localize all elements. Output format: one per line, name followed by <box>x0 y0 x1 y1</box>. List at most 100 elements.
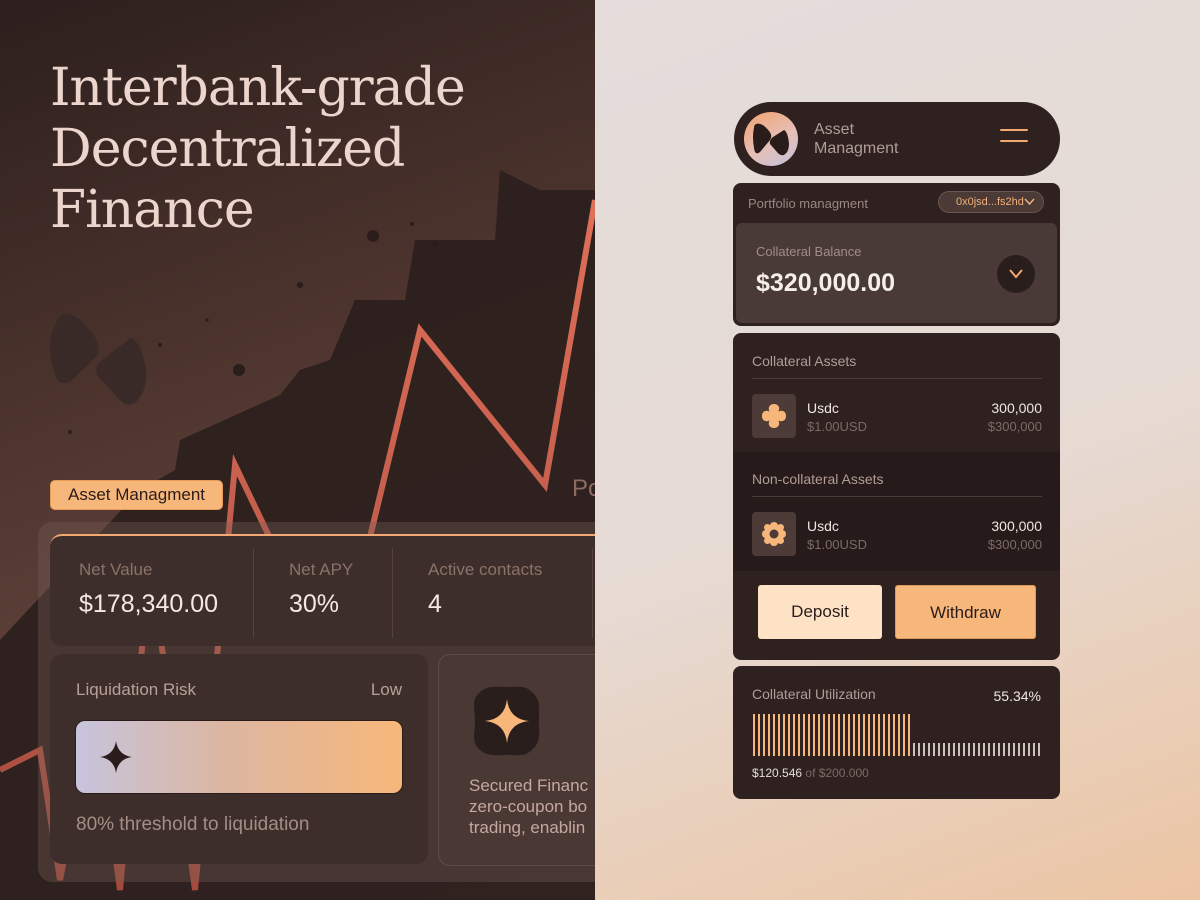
stat-value: 4 <box>428 590 442 618</box>
utilization-tick-filled <box>833 714 835 756</box>
non-collateral-section: Non-collateral Assets Usdc $1.00USD 300,… <box>733 452 1060 571</box>
utilization-tick-empty <box>943 743 945 756</box>
liquidation-risk-card: Liquidation Risk Low 80% threshold to li… <box>50 654 428 864</box>
app-name: Asset Managment <box>814 120 899 158</box>
description-line: trading, enablin <box>469 818 586 837</box>
utilization-tick-empty <box>973 743 975 756</box>
stat-net-value: Net Value $178,340.00 <box>79 560 218 619</box>
utilization-tick-empty <box>963 743 965 756</box>
stat-net-apy: Net APY 30% <box>289 560 353 619</box>
portfolio-management-label: Portfolio managment <box>748 196 868 211</box>
app-name-line-1: Asset <box>814 121 855 138</box>
asset-name: Usdc <box>807 400 839 416</box>
utilization-tick-empty <box>983 743 985 756</box>
utilization-tick-empty <box>918 743 920 756</box>
deposit-button[interactable]: Deposit <box>758 585 882 639</box>
flower-icon <box>762 522 786 546</box>
chevron-down-icon <box>1009 269 1023 279</box>
utilization-tick-filled <box>798 714 800 756</box>
expand-balance-button[interactable] <box>997 255 1035 293</box>
hamburger-menu-icon[interactable] <box>1000 129 1028 151</box>
utilization-tick-filled <box>908 714 910 756</box>
utilization-tick-empty <box>993 743 995 756</box>
app-header: Asset Managment <box>734 102 1060 176</box>
utilization-tick-empty <box>1013 743 1015 756</box>
collateral-utilization-card: Collateral Utilization 55.34% $120.546 o… <box>733 666 1060 799</box>
collateral-balance-label: Collateral Balance <box>756 244 862 259</box>
utilization-tick-filled <box>863 714 865 756</box>
utilization-tick-filled <box>758 714 760 756</box>
utilization-tick-filled <box>858 714 860 756</box>
sparkle-icon <box>100 741 132 773</box>
utilization-tick-filled <box>838 714 840 756</box>
app-logo[interactable] <box>744 112 798 166</box>
utilization-tick-empty <box>1018 743 1020 756</box>
stat-value: $178,340.00 <box>79 590 219 618</box>
utilization-percent: 55.34% <box>993 688 1041 704</box>
headline-line-3: Finance <box>50 180 255 240</box>
utilization-tick-filled <box>868 714 870 756</box>
utilization-tick-empty <box>933 743 935 756</box>
utilization-tick-filled <box>883 714 885 756</box>
utilization-tick-empty <box>953 743 955 756</box>
utilization-title: Collateral Utilization <box>752 686 876 702</box>
collateral-assets-title: Collateral Assets <box>752 353 857 369</box>
utilization-current: $120.546 <box>752 766 803 780</box>
utilization-tick-filled <box>898 714 900 756</box>
app-name-line-2: Managment <box>814 140 899 157</box>
collateral-balance-panel: Collateral Balance $320,000.00 <box>736 223 1057 323</box>
utilization-tick-filled <box>853 714 855 756</box>
chevron-down-icon <box>1024 198 1035 206</box>
utilization-tick-empty <box>1038 743 1040 756</box>
utilization-tick-empty <box>923 743 925 756</box>
asset-quantity: 300,000 <box>991 400 1042 416</box>
asset-token-icon <box>752 394 796 438</box>
utilization-tick-filled <box>888 714 890 756</box>
utilization-tick-filled <box>783 714 785 756</box>
utilization-tick-filled <box>823 714 825 756</box>
utilization-tick-filled <box>848 714 850 756</box>
withdraw-button[interactable]: Withdraw <box>895 585 1036 639</box>
liquidation-threshold-text: 80% threshold to liquidation <box>76 814 310 835</box>
stat-active-contacts: Active contacts 4 <box>428 560 542 619</box>
stat-divider <box>253 548 254 638</box>
utilization-tick-filled <box>843 714 845 756</box>
wallet-address-dropdown[interactable]: 0x0jsd...fs2hd <box>938 191 1044 213</box>
utilization-tick-filled <box>903 714 905 756</box>
stat-divider <box>392 548 393 638</box>
utilization-tick-empty <box>928 743 930 756</box>
stat-label: Active contacts <box>428 560 543 579</box>
sparkle-badge-icon <box>474 686 540 756</box>
utilization-tick-filled <box>813 714 815 756</box>
asset-quantity: 300,000 <box>991 518 1042 534</box>
non-collateral-assets-title: Non-collateral Assets <box>752 471 884 487</box>
description-line: Secured Financ <box>469 776 589 795</box>
utilization-tick-filled <box>753 714 755 756</box>
utilization-tick-empty <box>978 743 980 756</box>
asset-price: $1.00USD <box>807 419 867 434</box>
utilization-tick-empty <box>938 743 940 756</box>
utilization-tick-filled <box>828 714 830 756</box>
asset-token-icon <box>752 512 796 556</box>
assets-card: Collateral Assets Usdc $1.00USD 300,000 … <box>733 333 1060 660</box>
utilization-tick-filled <box>803 714 805 756</box>
utilization-tick-empty <box>988 743 990 756</box>
utilization-tick-empty <box>998 743 1000 756</box>
headline-line-1: Interbank-grade <box>50 58 466 118</box>
stat-divider <box>592 548 593 638</box>
liquidation-risk-title: Liquidation Risk <box>76 680 197 699</box>
non-collateral-asset-row[interactable]: Usdc $1.00USD 300,000 $300,000 <box>752 512 1042 556</box>
utilization-tick-filled <box>778 714 780 756</box>
wallet-address: 0x0jsd...fs2hd <box>956 196 1024 208</box>
asset-name: Usdc <box>807 518 839 534</box>
secured-finance-card: Secured Financ zero-coupon bo trading, e… <box>438 654 595 866</box>
utilization-tick-filled <box>818 714 820 756</box>
secured-finance-description: Secured Financ zero-coupon bo trading, e… <box>469 775 595 838</box>
divider <box>752 496 1042 497</box>
utilization-tick-empty <box>1023 743 1025 756</box>
utilization-tick-empty <box>1008 743 1010 756</box>
clover-icon <box>762 404 786 428</box>
collateral-asset-row[interactable]: Usdc $1.00USD 300,000 $300,000 <box>752 394 1042 438</box>
hero-headline: Interbank-grade Decentralized Finance <box>50 58 466 241</box>
divider <box>752 378 1042 379</box>
